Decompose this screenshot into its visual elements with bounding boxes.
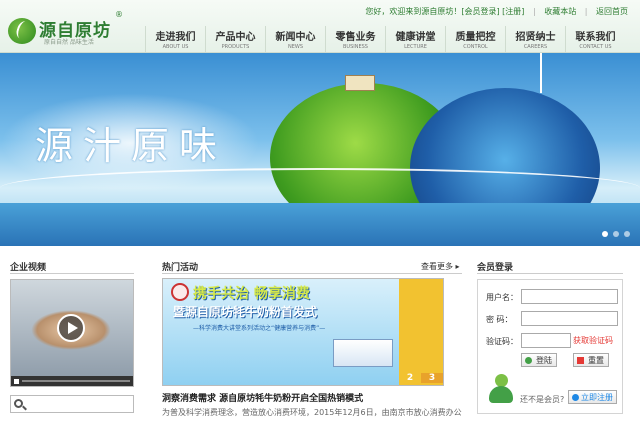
nav-item-contact[interactable]: 联系我们 CONTACT US xyxy=(565,26,625,52)
nav-label: 招贤纳士 xyxy=(515,32,556,43)
password-label: 密 码： xyxy=(486,315,513,324)
site-header: 源自原坊 ® 原自自然 品味生活 您好，欢迎来到源自原坊！[会员登录] [注册]… xyxy=(0,0,640,53)
emblem-icon xyxy=(171,283,189,301)
divider xyxy=(10,273,134,274)
search-box xyxy=(10,395,134,413)
news-section-title: 热门活动 xyxy=(162,263,199,273)
banner-title: 源汁原味 xyxy=(35,124,228,168)
hero-banner[interactable]: 源汁原味 xyxy=(0,53,640,246)
nav-label: 新闻中心 xyxy=(275,32,316,43)
nav-sublabel: ABOUT US xyxy=(162,44,189,50)
divider xyxy=(477,273,623,274)
brand-slogan: 原自自然 品味生活 xyxy=(44,39,94,46)
home-link[interactable]: 返回首页 xyxy=(596,7,628,16)
image-headline: 携手共治 畅享消费 xyxy=(193,286,310,302)
nav-item-careers[interactable]: 招贤纳士 CAREERS xyxy=(505,26,565,52)
username-field[interactable] xyxy=(521,289,618,304)
swirl-line-decoration xyxy=(0,168,640,208)
banner-dot[interactable] xyxy=(613,231,619,237)
video-player[interactable] xyxy=(10,279,134,387)
nav-item-news[interactable]: 新闻中心 NEWS xyxy=(265,26,325,52)
login-section-title: 会员登录 xyxy=(477,263,514,273)
nav-item-lecture[interactable]: 健康讲堂 LECTURE xyxy=(385,26,445,52)
nav-sublabel: PRODUCTS xyxy=(221,44,250,50)
register-button[interactable]: 立即注册 xyxy=(568,390,617,404)
captcha-field[interactable] xyxy=(521,333,571,348)
nav-label: 联系我们 xyxy=(575,32,616,43)
nav-label: 质量把控 xyxy=(455,32,496,43)
banner-dot[interactable] xyxy=(602,231,608,237)
nav-label: 零售业务 xyxy=(335,32,376,43)
nav-sublabel: CONTROL xyxy=(463,44,488,50)
leaf-logo-icon xyxy=(8,18,36,44)
nav-item-business[interactable]: 零售业务 BUSINESS xyxy=(325,26,385,52)
image-subheadline: 暨源自原坊牦牛奶粉首发式 xyxy=(173,305,318,319)
pager-item[interactable]: 2 xyxy=(399,373,421,383)
nav-label: 走进我们 xyxy=(155,32,196,43)
reset-button[interactable]: 重置 xyxy=(573,353,609,367)
reset-icon xyxy=(577,357,584,364)
username-label: 用户名： xyxy=(486,293,518,302)
pager-item[interactable]: 3 xyxy=(421,373,443,383)
sea-background xyxy=(0,203,640,246)
nav-item-products[interactable]: 产品中心 PRODUCTS xyxy=(205,26,265,52)
brand-logo[interactable]: 源自原坊 ® 原自自然 品味生活 xyxy=(8,10,126,48)
news-headline-link[interactable]: 洞察消费需求 源自原坊牦牛奶粉开启全国热销模式 xyxy=(162,391,363,404)
main-nav: 走进我们 ABOUT US 产品中心 PRODUCTS 新闻中心 NEWS 零售业务 B… xyxy=(145,26,625,52)
login-panel: 用户名： 密 码： 验证码： 获取验证码 登陆 重置 还不是会员? 立即注册 xyxy=(477,279,623,414)
product-box-image xyxy=(333,339,393,367)
banner-pagination xyxy=(597,231,630,237)
search-icon[interactable] xyxy=(14,399,23,408)
password-field[interactable] xyxy=(521,311,618,326)
video-section-title: 企业视频 xyxy=(10,263,47,273)
welcome-login-register-link[interactable]: 您好，欢迎来到源自原坊！[会员登录] [注册] xyxy=(365,7,524,16)
nav-sublabel: CAREERS xyxy=(523,44,548,50)
reset-button-label: 重置 xyxy=(588,355,604,365)
get-captcha-link[interactable]: 获取验证码 xyxy=(573,335,613,346)
member-avatar-icon xyxy=(486,374,516,404)
divider: | xyxy=(584,7,588,16)
play-pause-icon[interactable] xyxy=(14,378,19,384)
captcha-label: 验证码： xyxy=(486,337,518,346)
registered-mark: ® xyxy=(115,10,123,19)
not-member-text: 还不是会员? xyxy=(520,395,565,404)
login-button[interactable]: 登陆 xyxy=(521,353,557,367)
house-image xyxy=(345,75,375,91)
nav-item-control[interactable]: 质量把控 CONTROL xyxy=(445,26,505,52)
search-input[interactable] xyxy=(27,397,131,411)
play-icon[interactable] xyxy=(57,314,85,342)
nav-sublabel: BUSINESS xyxy=(343,44,368,50)
video-progress-bar[interactable] xyxy=(22,380,130,382)
nav-item-about[interactable]: 走进我们 ABOUT US xyxy=(145,26,205,52)
view-more-link[interactable]: 查看更多 ▸ xyxy=(421,261,460,272)
nav-sublabel: CONTACT US xyxy=(579,44,612,50)
image-caption: —科学消费大讲堂系列活动之“健康营养与消费”— xyxy=(193,325,326,332)
divider xyxy=(162,273,462,274)
avatar-body xyxy=(489,386,513,403)
banner-dot[interactable] xyxy=(624,231,630,237)
nav-sublabel: NEWS xyxy=(287,44,304,50)
add-favorite-link[interactable]: 收藏本站 xyxy=(544,7,576,16)
wind-turbine-image xyxy=(540,53,542,93)
top-links: 您好，欢迎来到源自原坊！[会员登录] [注册] | 收藏本站 | 返回首页 xyxy=(359,6,628,17)
nav-label: 产品中心 xyxy=(215,32,256,43)
register-button-label: 立即注册 xyxy=(581,392,613,402)
divider: | xyxy=(532,7,536,16)
video-controls xyxy=(11,376,133,386)
news-feature-image[interactable]: 携手共治 畅享消费 暨源自原坊牦牛奶粉首发式 —科学消费大讲堂系列活动之“健康营… xyxy=(162,278,444,386)
nav-label: 健康讲堂 xyxy=(395,32,436,43)
login-icon xyxy=(525,357,532,364)
news-summary: 为普及科学消费理念，营造放心消费环境，2015年12月6日，由南京市放心消费办公… xyxy=(162,408,462,417)
register-icon xyxy=(572,394,579,401)
login-button-label: 登陆 xyxy=(536,355,552,365)
news-pager: 2 3 xyxy=(399,279,443,385)
nav-sublabel: LECTURE xyxy=(404,44,427,50)
